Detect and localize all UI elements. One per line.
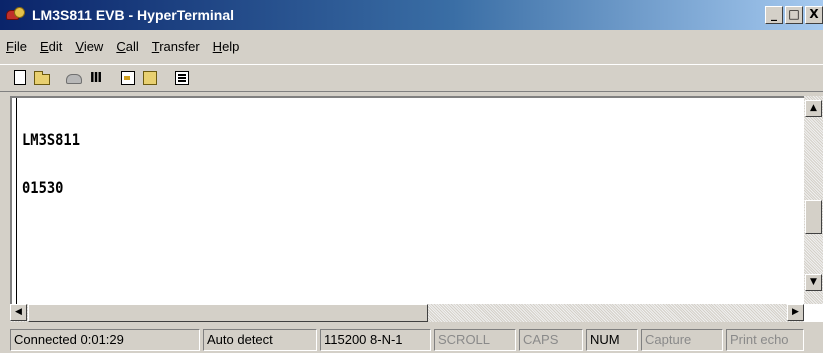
window-controls: _ □ X — [765, 6, 823, 24]
status-detect: Auto detect — [203, 328, 317, 351]
menu-edit[interactable]: Edit — [40, 39, 62, 54]
maximize-button[interactable]: □ — [785, 6, 803, 24]
terminal-line: LM3S811 — [22, 130, 80, 149]
menu-view[interactable]: View — [75, 39, 103, 54]
close-button[interactable]: X — [805, 6, 823, 24]
open-icon — [34, 71, 50, 85]
scroll-right-button[interactable]: ▶ — [787, 304, 804, 321]
status-settings: 115200 8-N-1 — [320, 328, 431, 351]
open-button[interactable] — [32, 68, 52, 88]
terminal-cursor-margin — [12, 98, 17, 322]
send-icon — [121, 71, 135, 85]
call-icon — [66, 74, 82, 84]
scroll-down-button[interactable]: ▼ — [805, 274, 822, 291]
horizontal-scroll-thumb[interactable] — [28, 304, 428, 322]
toolbar: Ⅲ — [0, 64, 823, 92]
send-button[interactable] — [118, 68, 138, 88]
call-button[interactable] — [64, 68, 84, 88]
status-connected: Connected 0:01:29 — [10, 328, 200, 351]
vertical-scroll-thumb[interactable] — [805, 200, 822, 234]
properties-icon — [175, 71, 189, 85]
terminal-area[interactable]: LM3S811 01530 — [10, 96, 823, 322]
scroll-up-button[interactable]: ▲ — [805, 100, 822, 117]
window-title: LM3S811 EVB - HyperTerminal — [32, 7, 235, 23]
status-scroll: SCROLL — [434, 328, 516, 351]
disconnect-button[interactable]: Ⅲ — [86, 68, 106, 88]
new-connection-icon — [14, 70, 26, 85]
minimize-button[interactable]: _ — [765, 6, 783, 24]
title-bar[interactable]: LM3S811 EVB - HyperTerminal _ □ X — [0, 0, 823, 30]
disconnect-icon: Ⅲ — [89, 70, 103, 85]
vertical-scrollbar[interactable]: ▲ ▼ — [804, 96, 823, 304]
menu-file[interactable]: File — [6, 39, 27, 54]
status-bar: Connected 0:01:29 Auto detect 115200 8-N… — [0, 326, 823, 353]
horizontal-scrollbar[interactable]: ◀ ▶ — [10, 304, 804, 322]
terminal-line: 01530 — [22, 178, 64, 197]
new-connection-button[interactable] — [10, 68, 30, 88]
receive-icon — [143, 71, 157, 85]
status-print-echo: Print echo — [726, 328, 804, 351]
status-capture: Capture — [641, 328, 723, 351]
scroll-left-button[interactable]: ◀ — [10, 304, 27, 321]
properties-button[interactable] — [172, 68, 192, 88]
status-caps: CAPS — [519, 328, 583, 351]
menu-transfer[interactable]: Transfer — [152, 39, 200, 54]
menu-help[interactable]: Help — [213, 39, 240, 54]
menu-bar: File Edit View Call Transfer Help — [0, 35, 252, 57]
receive-button[interactable] — [140, 68, 160, 88]
hyperterminal-icon[interactable] — [6, 6, 26, 24]
menu-call[interactable]: Call — [116, 39, 138, 54]
status-num: NUM — [586, 328, 638, 351]
terminal-output: LM3S811 01530 — [22, 100, 89, 228]
